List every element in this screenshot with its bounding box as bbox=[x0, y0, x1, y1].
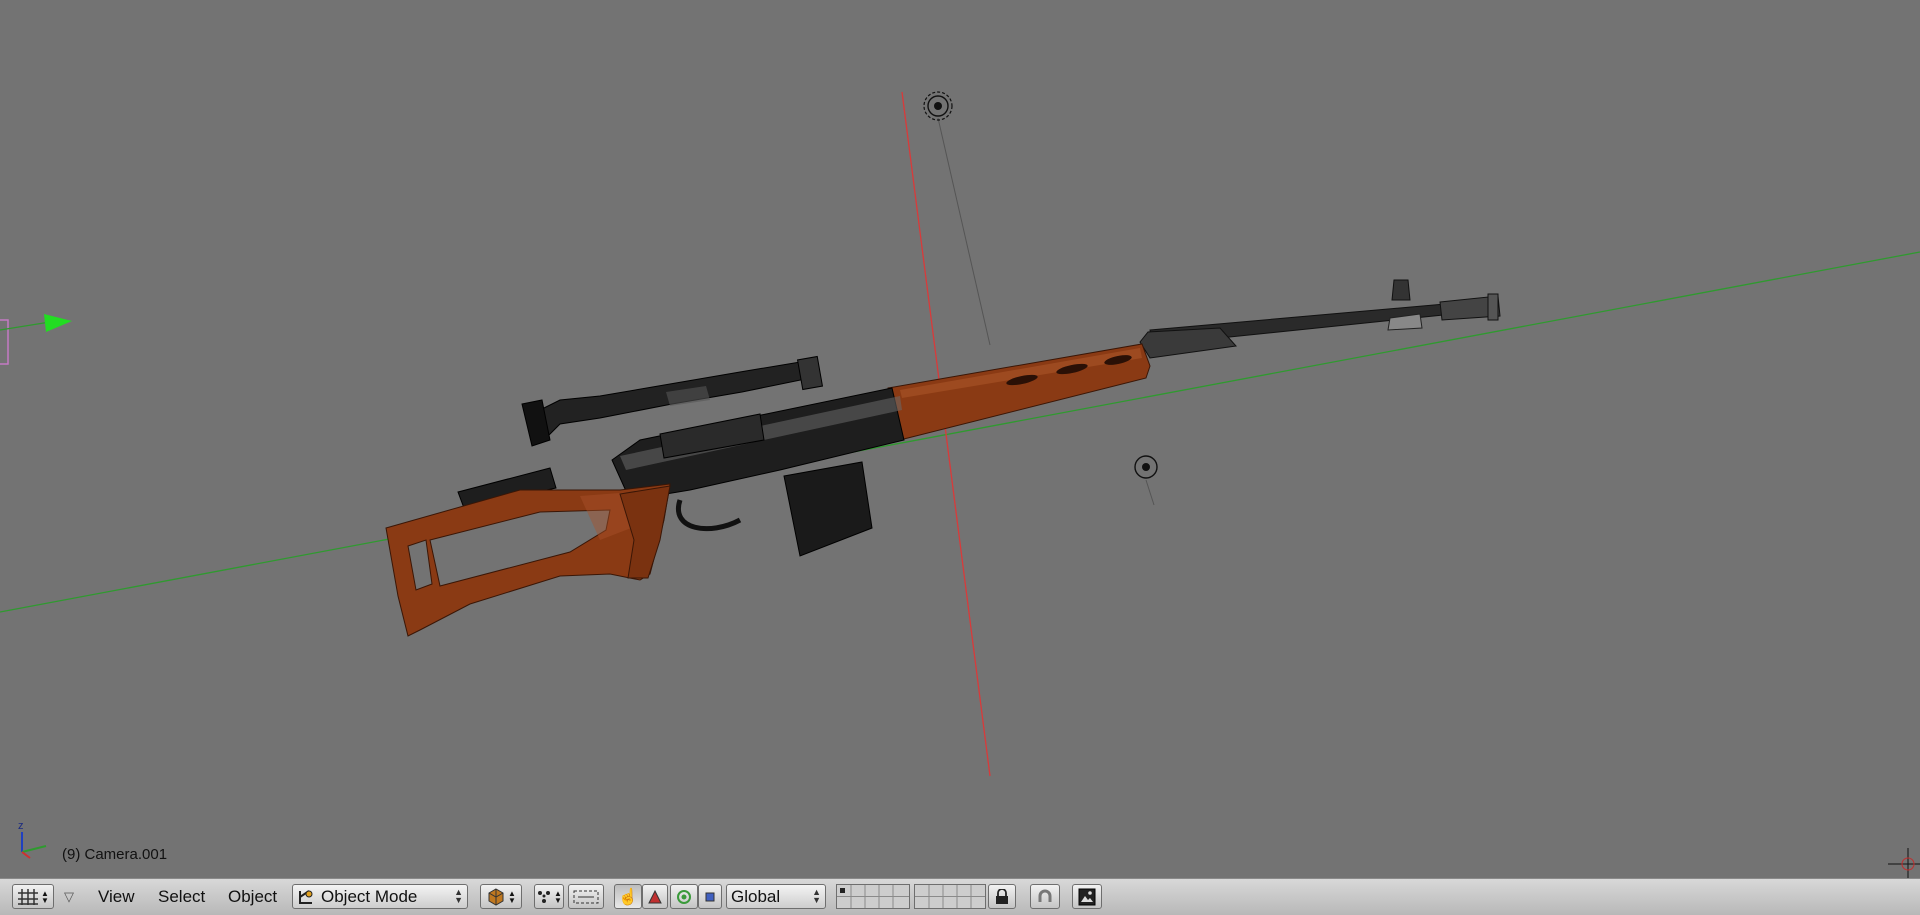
menu-object[interactable]: Object bbox=[228, 887, 277, 907]
lock-icon bbox=[996, 888, 1008, 904]
axis-indicator: z bbox=[18, 820, 47, 859]
layer-grid-icon bbox=[837, 885, 909, 908]
object-mode-icon bbox=[299, 889, 313, 904]
editor-type-button[interactable]: ▲ ▼ bbox=[12, 884, 54, 909]
lock-layers-button[interactable] bbox=[988, 884, 1016, 909]
orientation-selector[interactable]: Global ▲ ▼ bbox=[726, 884, 826, 909]
layer-buttons-group-1[interactable] bbox=[836, 884, 910, 909]
lamp-icon[interactable] bbox=[1134, 455, 1158, 479]
triangle-icon bbox=[648, 889, 662, 903]
updown-arrows-icon: ▲ ▼ bbox=[812, 887, 821, 905]
translate-manipulator-button[interactable]: ☝ bbox=[614, 884, 642, 909]
pivot-icon bbox=[538, 890, 551, 903]
layer-grid-icon bbox=[915, 885, 985, 908]
manipulator-icon bbox=[573, 890, 599, 903]
menu-select[interactable]: Select bbox=[158, 887, 205, 907]
hand-icon: ☝ bbox=[618, 888, 638, 906]
menu-view[interactable]: View bbox=[98, 887, 135, 907]
square-icon bbox=[705, 892, 715, 901]
3d-viewport[interactable]: z (9) Camera.001 bbox=[0, 0, 1920, 878]
updown-arrows-icon: ▲ ▼ bbox=[41, 888, 49, 905]
active-object-label: (9) Camera.001 bbox=[62, 846, 168, 863]
viewport-shading-button[interactable]: ▲ ▼ bbox=[480, 884, 522, 909]
3d-cursor-icon bbox=[1888, 848, 1920, 878]
manipulator-toggle-button[interactable] bbox=[568, 884, 604, 909]
lamp-guide-line bbox=[937, 117, 991, 346]
snap-toggle-button[interactable] bbox=[1030, 884, 1060, 909]
render-image-icon bbox=[1078, 888, 1096, 905]
rifle-model[interactable] bbox=[385, 279, 1501, 637]
render-button[interactable] bbox=[1072, 884, 1102, 909]
scale-manipulator-button[interactable] bbox=[670, 884, 698, 909]
camera-gizmo[interactable] bbox=[0, 314, 72, 365]
y-axis-line bbox=[0, 251, 1920, 613]
layer-buttons-group-2[interactable] bbox=[914, 884, 986, 909]
pivot-point-button[interactable]: ▲ ▼ bbox=[534, 884, 564, 909]
orientation-label: Global bbox=[731, 886, 781, 906]
lamp-guide-line bbox=[1145, 479, 1155, 506]
scale-box-button[interactable] bbox=[698, 884, 722, 909]
updown-arrows-icon: ▲ ▼ bbox=[508, 888, 516, 905]
mode-selector[interactable]: Object Mode ▲ ▼ bbox=[292, 884, 468, 909]
lamp-icon[interactable] bbox=[923, 91, 953, 121]
updown-arrows-icon: ▲ ▼ bbox=[454, 887, 463, 905]
updown-arrows-icon: ▲ ▼ bbox=[554, 888, 562, 905]
collapse-menu-icon[interactable]: ▽ bbox=[64, 889, 74, 905]
viewport-scene: z bbox=[0, 91, 1920, 878]
magnet-icon bbox=[1038, 889, 1052, 902]
rotate-manipulator-button[interactable] bbox=[642, 884, 668, 909]
circle-icon bbox=[677, 889, 691, 904]
mode-label: Object Mode bbox=[321, 886, 418, 906]
3d-view-header: ▲ ▼ ▽ View Select Object Object Mode ▲ ▼ ▲… bbox=[0, 878, 1920, 915]
shading-solid-icon bbox=[488, 887, 504, 906]
grid-icon bbox=[18, 888, 39, 905]
axis-z-label: z bbox=[18, 820, 24, 832]
